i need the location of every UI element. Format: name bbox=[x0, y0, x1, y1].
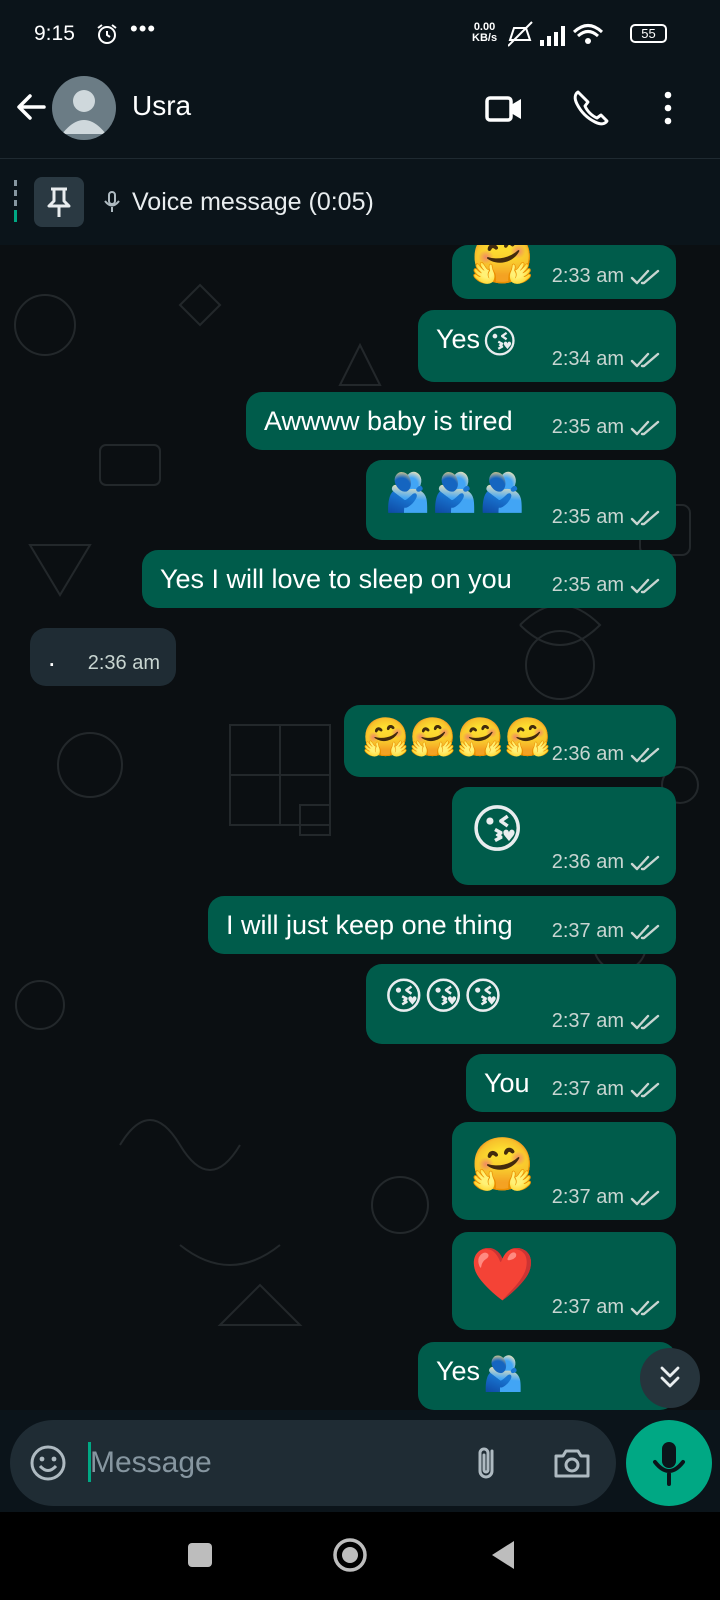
message-emoji: 🫂 bbox=[482, 1354, 525, 1394]
outgoing-message[interactable]: Yes I will love to sleep on you 2:35 am bbox=[142, 550, 676, 608]
recents-icon[interactable] bbox=[180, 1535, 220, 1575]
read-ticks-icon bbox=[630, 351, 662, 369]
outgoing-message[interactable]: 😘 Yes 2:34 am bbox=[418, 310, 676, 382]
video-call-icon[interactable] bbox=[484, 88, 524, 128]
message-time: 2:35 am bbox=[551, 416, 624, 438]
message-text: I will just keep one thing bbox=[226, 910, 513, 940]
message-emoji: 🤗 bbox=[470, 245, 535, 288]
pin-icon bbox=[47, 187, 71, 217]
message-time: 2:36 am bbox=[551, 743, 624, 765]
default-avatar-icon bbox=[62, 90, 106, 134]
read-ticks-icon bbox=[630, 923, 662, 941]
read-ticks-icon bbox=[630, 577, 662, 595]
avatar[interactable] bbox=[52, 76, 116, 140]
outgoing-message[interactable]: 😘😘😘 2:37 am bbox=[366, 964, 676, 1044]
message-time: 2:36 am bbox=[87, 652, 160, 674]
message-time: 2:37 am bbox=[551, 1186, 624, 1208]
message-text: Awwww baby is tired bbox=[264, 406, 513, 436]
message-time: 2:33 am bbox=[551, 265, 624, 287]
battery-indicator: 55 bbox=[630, 24, 667, 43]
more-vert-icon[interactable] bbox=[648, 88, 688, 128]
outgoing-message[interactable]: 😘 2:36 am bbox=[452, 787, 676, 885]
message-time: 2:34 am bbox=[551, 348, 624, 370]
pin-button[interactable] bbox=[34, 177, 84, 227]
outgoing-message[interactable]: 🤗🤗🤗🤗 2:36 am bbox=[344, 705, 676, 777]
message-emoji: 🫂🫂🫂 bbox=[384, 470, 526, 514]
message-emoji: 😘 bbox=[470, 800, 525, 860]
attach-icon[interactable] bbox=[468, 1443, 508, 1483]
message-emoji: 🤗🤗🤗🤗 bbox=[362, 715, 552, 759]
message-emoji: 🤗 bbox=[470, 1135, 535, 1195]
camera-icon[interactable] bbox=[552, 1443, 592, 1483]
read-ticks-icon bbox=[630, 746, 662, 764]
outgoing-message[interactable]: You 2:37 am bbox=[466, 1054, 676, 1112]
pinned-text: Voice message (0:05) bbox=[132, 188, 374, 216]
message-time: 2:37 am bbox=[551, 1296, 624, 1318]
message-time: 2:35 am bbox=[551, 506, 624, 528]
read-ticks-icon bbox=[630, 509, 662, 527]
outgoing-message[interactable]: 🤗 2:37 am bbox=[452, 1122, 676, 1220]
contact-name[interactable]: Usra bbox=[132, 90, 191, 122]
message-time: 2:37 am bbox=[551, 1078, 624, 1100]
network-speed: 0.00 KB/s bbox=[472, 22, 497, 44]
read-ticks-icon bbox=[630, 1081, 662, 1099]
message-time: 2:37 am bbox=[551, 1010, 624, 1032]
read-ticks-icon bbox=[630, 1189, 662, 1207]
outgoing-message[interactable]: Awwww baby is tired 2:35 am bbox=[246, 392, 676, 450]
message-emoji: 😘 bbox=[482, 322, 518, 362]
home-icon[interactable] bbox=[330, 1535, 370, 1575]
outgoing-message[interactable]: I will just keep one thing 2:37 am bbox=[208, 896, 676, 954]
message-emoji: ❤️ bbox=[470, 1245, 535, 1305]
read-ticks-icon bbox=[630, 419, 662, 437]
outgoing-message[interactable]: 🫂 Yes bbox=[418, 1342, 676, 1410]
alarm-icon bbox=[97, 24, 117, 44]
status-more-dots: ••• bbox=[130, 16, 157, 41]
mic-icon bbox=[653, 1442, 685, 1486]
network-speed-unit: KB/s bbox=[472, 32, 498, 44]
message-time: 2:35 am bbox=[551, 574, 624, 596]
status-time: 9:15 bbox=[34, 22, 75, 45]
pin-indicator bbox=[14, 180, 17, 222]
message-time: 2:37 am bbox=[551, 920, 624, 942]
read-ticks-icon bbox=[630, 1299, 662, 1317]
outgoing-message[interactable]: 🫂🫂🫂 2:35 am bbox=[366, 460, 676, 540]
read-ticks-icon bbox=[630, 268, 662, 286]
read-ticks-icon bbox=[630, 854, 662, 872]
back-icon[interactable] bbox=[484, 1535, 524, 1575]
phone-icon[interactable] bbox=[570, 88, 610, 128]
emoji-icon[interactable] bbox=[28, 1443, 68, 1483]
message-text: Yes bbox=[436, 324, 481, 354]
message-input[interactable]: Message bbox=[90, 1446, 212, 1480]
back-arrow-icon[interactable] bbox=[14, 90, 48, 124]
message-time: 2:36 am bbox=[551, 851, 624, 873]
outgoing-message[interactable]: 🤗 2:33 am bbox=[452, 245, 676, 299]
message-text: Yes bbox=[436, 1356, 481, 1386]
message-text: Yes I will love to sleep on you bbox=[160, 564, 512, 594]
message-text: . bbox=[48, 642, 56, 672]
incoming-message[interactable]: . 2:36 am bbox=[30, 628, 176, 686]
mute-icon bbox=[508, 21, 533, 47]
scroll-to-bottom-button[interactable] bbox=[640, 1348, 700, 1408]
wifi-icon bbox=[572, 24, 604, 44]
message-text: You bbox=[484, 1068, 530, 1098]
voice-record-button[interactable] bbox=[626, 1420, 712, 1506]
outgoing-message[interactable]: ❤️ 2:37 am bbox=[452, 1232, 676, 1330]
message-emoji: 😘😘😘 bbox=[384, 974, 503, 1018]
mic-small-icon bbox=[104, 191, 120, 212]
read-ticks-icon bbox=[630, 1013, 662, 1031]
signal-icon bbox=[540, 26, 565, 46]
chevron-double-down-icon bbox=[660, 1366, 680, 1388]
